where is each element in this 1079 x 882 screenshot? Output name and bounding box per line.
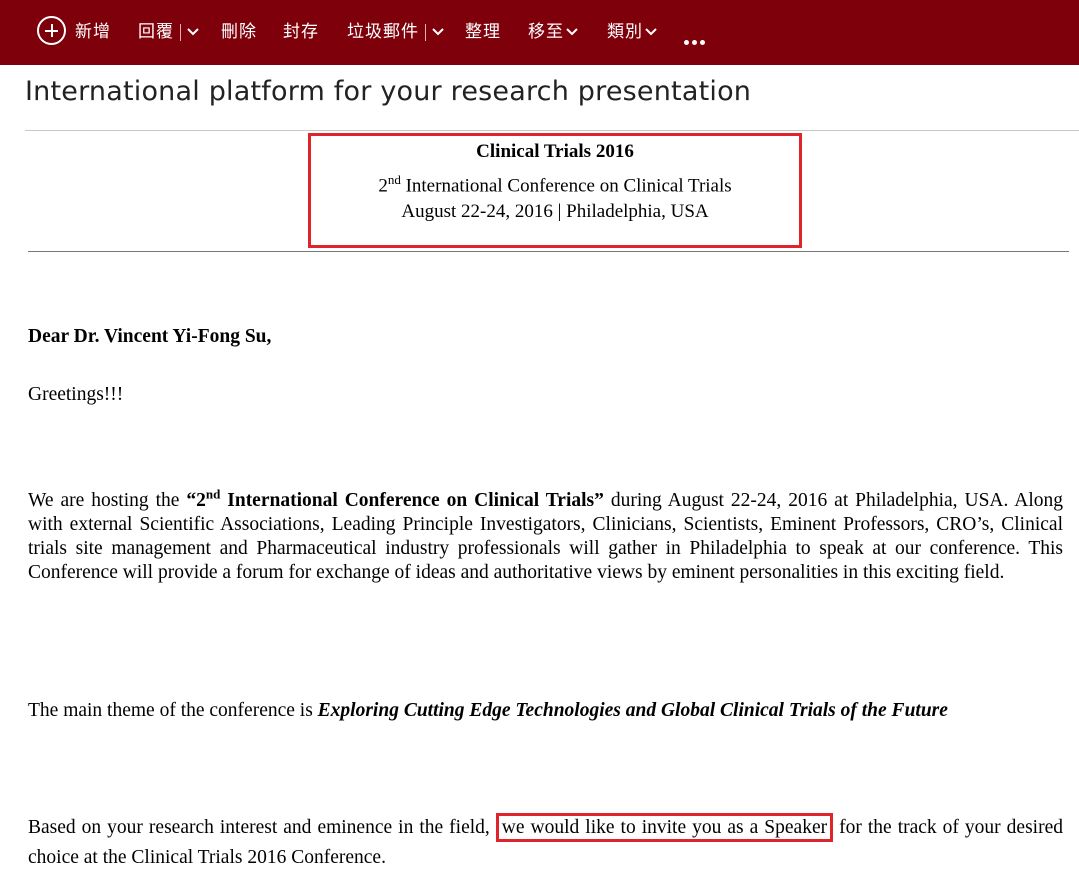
conference-name-text: International Conference on Clinical Tri…	[400, 175, 732, 197]
chevron-down-icon	[566, 28, 578, 36]
conference-theme: Exploring Cutting Edge Technologies and …	[317, 700, 948, 721]
invitation-paragraph: Based on your research interest and emin…	[28, 813, 1063, 873]
intro-paragraph: We are hosting the “2nd International Co…	[28, 486, 1063, 585]
delete-label: 刪除	[221, 22, 257, 42]
sweep-label: 整理	[465, 22, 501, 42]
theme-paragraph: The main theme of the conference is Expl…	[28, 699, 1063, 723]
junk-button[interactable]: 垃圾郵件	[347, 0, 444, 65]
reply-label: 回覆	[138, 22, 174, 42]
para1-ordinal-suffix: nd	[205, 486, 221, 502]
para1-bold-open: “2	[186, 490, 206, 511]
archive-label: 封存	[283, 22, 319, 42]
speaker-invitation-highlight: we would like to invite you as a Speaker	[495, 813, 834, 842]
para3-before: Based on your research interest and emin…	[28, 817, 496, 838]
para1-before: We are hosting the	[28, 490, 187, 511]
para1-bold-rest: International Conference on Clinical Tri…	[220, 490, 604, 511]
move-to-label: 移至	[528, 22, 564, 42]
new-button[interactable]: 新增	[37, 0, 111, 65]
command-toolbar: 新增 回覆 刪除 封存 垃圾郵件 整理 移至 類別	[0, 0, 1079, 65]
delete-button[interactable]: 刪除	[221, 0, 257, 65]
conference-date-location: August 22-24, 2016 | Philadelphia, USA	[401, 201, 709, 222]
split-separator	[425, 23, 426, 41]
categorize-label: 類別	[607, 22, 643, 42]
archive-button[interactable]: 封存	[283, 0, 319, 65]
chevron-down-icon[interactable]	[187, 28, 199, 36]
greeting: Greetings!!!	[28, 384, 124, 405]
email-subject: International platform for your research…	[25, 76, 752, 107]
conference-title: Clinical Trials 2016	[476, 141, 634, 162]
move-to-button[interactable]: 移至	[528, 0, 578, 65]
header-divider	[28, 251, 1069, 252]
ordinal-number: 2	[378, 175, 388, 197]
conference-name-bold: “2nd International Conference on Clinica…	[186, 486, 604, 512]
plus-circle-icon	[37, 16, 66, 45]
split-separator	[180, 23, 181, 41]
subject-divider	[25, 130, 1079, 131]
ordinal-suffix: nd	[387, 172, 401, 187]
reply-button[interactable]: 回覆	[138, 0, 199, 65]
more-options-icon[interactable]	[684, 30, 708, 49]
conference-name: 2nd International Conference on Clinical…	[311, 172, 799, 197]
chevron-down-icon	[645, 28, 657, 36]
junk-label: 垃圾郵件	[347, 22, 419, 42]
new-label: 新增	[75, 22, 111, 42]
conference-header-box: Clinical Trials 2016 2nd International C…	[308, 133, 802, 248]
categorize-button[interactable]: 類別	[607, 0, 657, 65]
salutation: Dear Dr. Vincent Yi-Fong Su,	[28, 326, 272, 347]
sweep-button[interactable]: 整理	[465, 0, 501, 65]
chevron-down-icon[interactable]	[432, 28, 444, 36]
para2-before: The main theme of the conference is	[28, 700, 318, 721]
